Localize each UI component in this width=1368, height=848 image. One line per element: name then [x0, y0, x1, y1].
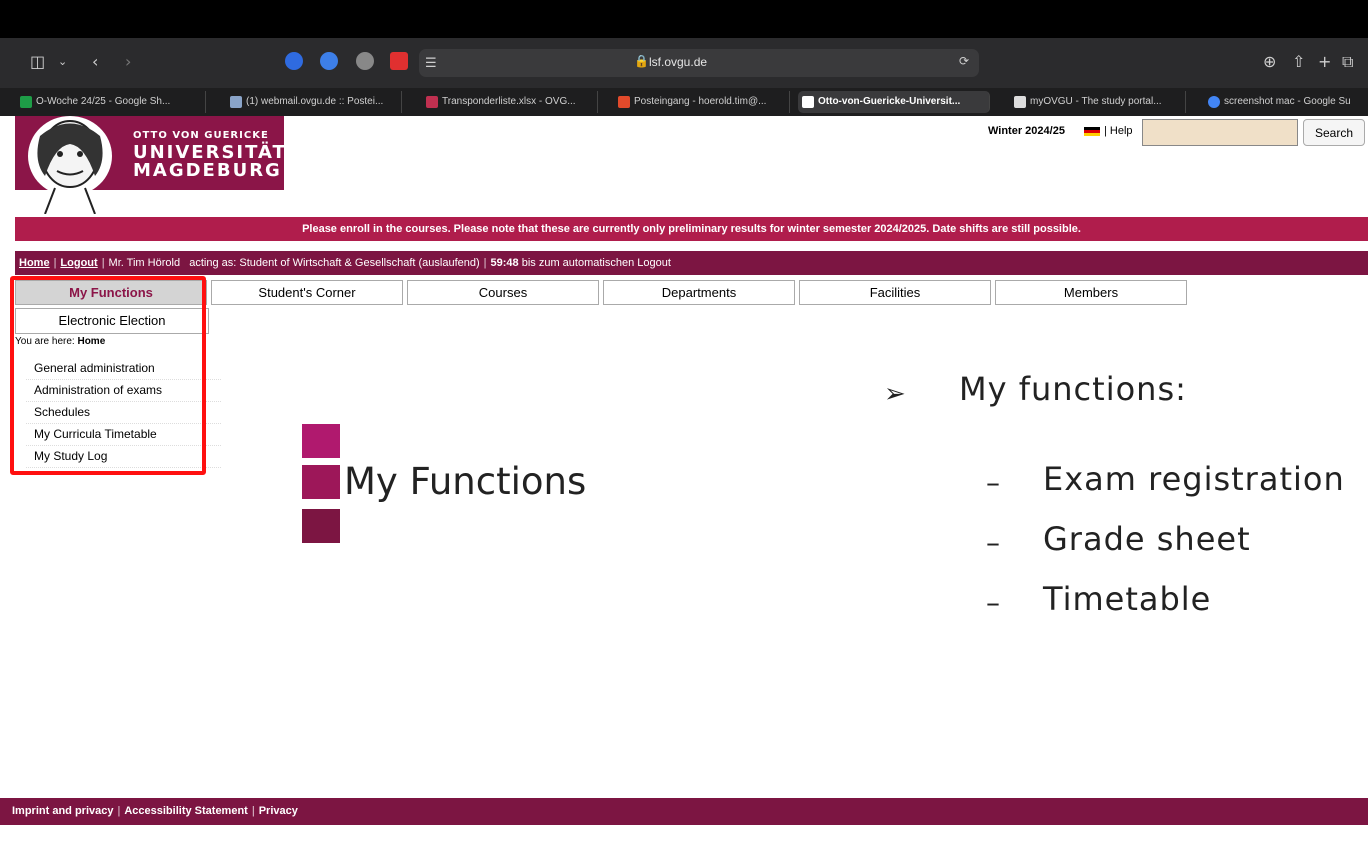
new-tab-icon[interactable]: + — [1318, 52, 1331, 72]
nav-courses[interactable]: Courses — [407, 280, 599, 305]
tab-item-active[interactable]: Otto-von-Guericke-Universit... — [798, 91, 990, 113]
chevron-down-icon[interactable]: ⌄ — [58, 52, 67, 72]
tab-bar: O-Woche 24/25 - Google Sh... (1) webmail… — [0, 88, 1368, 116]
browser-toolbar: ◫ ⌄ ‹ › ☰ 🔒 lsf.ovgu.de ⟳ ⊕ ⇧ + ⧉ — [0, 38, 1368, 88]
address-text: lsf.ovgu.de — [649, 55, 708, 69]
tab-item[interactable]: (1) webmail.ovgu.de :: Postei... — [226, 91, 402, 113]
dash-icon: – — [986, 526, 1000, 559]
download-icon[interactable]: ⊕ — [1263, 52, 1276, 72]
nav-my-functions[interactable]: My Functions — [15, 280, 207, 305]
submenu-electronic-election[interactable]: Electronic Election — [15, 308, 209, 334]
address-bar[interactable]: ☰ 🔒 lsf.ovgu.de ⟳ — [419, 49, 979, 77]
breadcrumb-prefix: You are here: — [15, 336, 75, 347]
nav-members[interactable]: Members — [995, 280, 1187, 305]
side-item-administration-of-exams[interactable]: Administration of exams — [26, 380, 221, 402]
dash-icon: – — [986, 466, 1000, 499]
logout-link[interactable]: Logout — [60, 257, 97, 269]
page-menu-icon[interactable]: ☰ — [425, 54, 437, 74]
extension-pause-icon[interactable] — [285, 52, 303, 70]
tab-item[interactable]: screenshot mac - Google Su — [1204, 91, 1368, 113]
ovgu-icon — [802, 96, 814, 108]
tab-item[interactable]: O-Woche 24/25 - Google Sh... — [16, 91, 206, 113]
reload-icon[interactable]: ⟳ — [959, 54, 969, 68]
search-button[interactable]: Search — [1303, 119, 1365, 146]
google-icon — [1208, 96, 1220, 108]
extension-red-icon[interactable] — [390, 52, 408, 70]
webmail-icon — [230, 96, 242, 108]
tab-item[interactable]: myOVGU - The study portal... — [1010, 91, 1186, 113]
semester-label[interactable]: Winter 2024/25 — [988, 125, 1065, 137]
side-item-schedules[interactable]: Schedules — [26, 402, 221, 424]
imprint-link[interactable]: Imprint and privacy — [12, 805, 113, 817]
breadcrumb: You are here: Home — [15, 336, 105, 347]
slide-subitem: Exam registration — [1043, 460, 1345, 498]
share-icon[interactable]: ⇧ — [1292, 52, 1305, 72]
lock-icon: 🔒 — [634, 54, 649, 68]
portrait-icon — [28, 116, 112, 214]
privacy-link[interactable]: Privacy — [259, 805, 298, 817]
user-name: Mr. Tim Hörold — [108, 257, 181, 269]
ovgu-icon — [1014, 96, 1026, 108]
slide-bullet: My functions: — [959, 370, 1187, 408]
tab-item[interactable]: Transponderliste.xlsx - OVG... — [422, 91, 598, 113]
tab-overview-icon[interactable]: ⧉ — [1342, 52, 1353, 72]
file-icon — [426, 96, 438, 108]
breadcrumb-current[interactable]: Home — [77, 336, 105, 347]
logout-timer: 59:48 — [490, 257, 519, 269]
back-icon[interactable]: ‹ — [92, 52, 98, 72]
slide-subitem: Grade sheet — [1043, 520, 1251, 558]
page-footer: Imprint and privacy | Accessibility Statem… — [0, 798, 1368, 825]
extension-gray-icon[interactable] — [356, 52, 374, 70]
gmail-icon — [618, 96, 630, 108]
forward-icon[interactable]: › — [125, 52, 131, 72]
side-item-curricula-timetable[interactable]: My Curricula Timetable — [26, 424, 221, 446]
logo-text: MAGDEBURG — [133, 160, 282, 181]
menu-bar-area — [0, 0, 1368, 38]
decor-square — [302, 509, 340, 543]
slide-heading: My Functions — [344, 460, 587, 503]
sidebar-toggle-icon[interactable]: ◫ — [30, 52, 45, 72]
extension-blocker-icon[interactable] — [320, 52, 338, 70]
accessibility-link[interactable]: Accessibility Statement — [124, 805, 248, 817]
decor-square — [302, 424, 340, 458]
nav-facilities[interactable]: Facilities — [799, 280, 991, 305]
user-status-bar: Home | Logout | Mr. Tim Hörold acting as: St… — [15, 251, 1368, 275]
logo-text: OTTO VON GUERICKE — [133, 130, 269, 141]
sheets-icon — [20, 96, 32, 108]
home-link[interactable]: Home — [19, 257, 50, 269]
german-flag-icon[interactable] — [1084, 127, 1100, 136]
nav-students-corner[interactable]: Student's Corner — [211, 280, 403, 305]
side-item-general-administration[interactable]: General administration — [26, 358, 221, 380]
university-logo[interactable]: OTTO VON GUERICKE UNIVERSITÄT MAGDEBURG — [15, 116, 285, 214]
nav-departments[interactable]: Departments — [603, 280, 795, 305]
arrow-bullet-icon: ➢ — [884, 379, 906, 409]
search-input[interactable] — [1142, 119, 1298, 146]
side-menu: General administration Administration of… — [26, 358, 221, 468]
tab-item[interactable]: Posteingang - hoerold.tim@... — [614, 91, 790, 113]
dash-icon: – — [986, 586, 1000, 619]
decor-square — [302, 465, 340, 499]
notice-banner: Please enroll in the courses. Please not… — [15, 217, 1368, 241]
logout-timer-suffix: bis zum automatischen Logout — [521, 257, 671, 269]
slide-subitem: Timetable — [1043, 580, 1212, 618]
help-link[interactable]: | Help — [1104, 125, 1133, 137]
side-item-study-log[interactable]: My Study Log — [26, 446, 221, 468]
acting-role: acting as: Student of Wirtschaft & Gesel… — [189, 257, 480, 269]
